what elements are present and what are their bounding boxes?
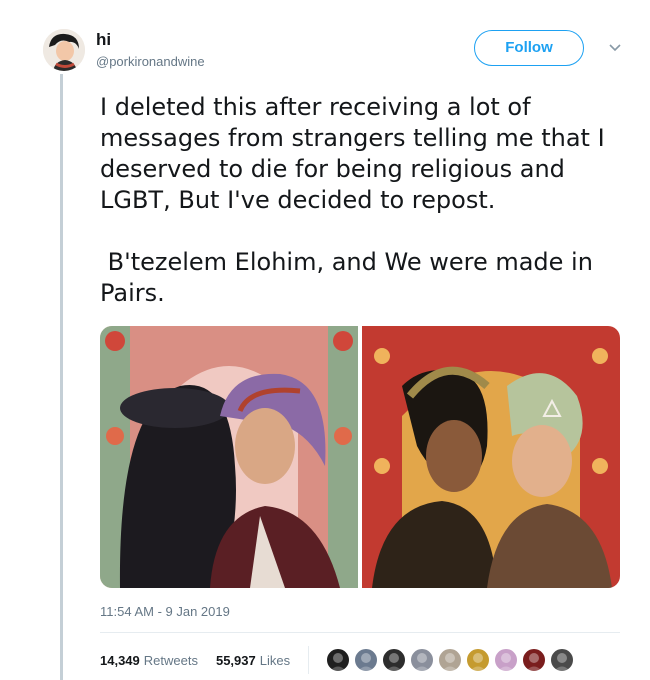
tweet-text-paragraph-1: I deleted this after receiving a lot of … bbox=[100, 93, 613, 214]
media-image-right[interactable] bbox=[362, 326, 620, 588]
tweet-timestamp[interactable]: 11:54 AM - 9 Jan 2019 bbox=[100, 604, 230, 619]
retweets-stat[interactable]: 14,349 Retweets bbox=[100, 653, 198, 668]
tweet-text-paragraph-2: B'tezelem Elohim, and We were made in Pa… bbox=[100, 248, 601, 307]
chevron-down-icon[interactable] bbox=[606, 38, 624, 56]
liker-avatar[interactable] bbox=[549, 647, 576, 673]
liker-avatar[interactable] bbox=[437, 647, 464, 673]
liker-avatar[interactable] bbox=[353, 647, 380, 673]
display-name[interactable]: hi bbox=[96, 30, 111, 50]
tweet-header: hi @porkironandwine Follow bbox=[40, 24, 640, 80]
avatar[interactable] bbox=[43, 29, 85, 71]
follow-button[interactable]: Follow bbox=[474, 30, 584, 66]
liker-avatar[interactable] bbox=[465, 647, 492, 673]
retweets-count: 14,349 bbox=[100, 652, 140, 668]
retweets-label: Retweets bbox=[143, 652, 198, 668]
tweet-media bbox=[100, 326, 620, 588]
likes-stat[interactable]: 55,937 Likes bbox=[216, 653, 290, 668]
liker-avatar[interactable] bbox=[493, 647, 520, 673]
likes-count: 55,937 bbox=[215, 652, 256, 668]
media-image-left[interactable] bbox=[100, 326, 358, 588]
thread-line bbox=[60, 74, 63, 680]
user-handle[interactable]: @porkironandwine bbox=[96, 54, 205, 69]
liker-avatar[interactable] bbox=[325, 647, 352, 673]
liker-avatar[interactable] bbox=[381, 647, 408, 673]
engagement-stats: 14,349 Retweets 55,937 Likes bbox=[100, 646, 577, 674]
stats-divider bbox=[308, 646, 310, 674]
liker-avatar[interactable] bbox=[409, 647, 436, 673]
liker-avatar[interactable] bbox=[521, 647, 548, 673]
tweet-body: I deleted this after receiving a lot of … bbox=[100, 92, 630, 309]
divider bbox=[100, 632, 620, 633]
likes-label: Likes bbox=[259, 652, 291, 668]
liker-avatars bbox=[325, 647, 577, 673]
